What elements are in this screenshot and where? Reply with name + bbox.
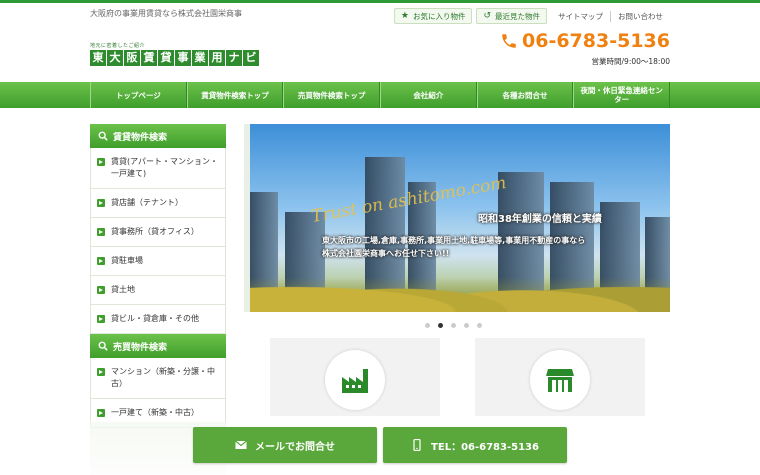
sidebar-item-rent-parking[interactable]: 貸駐車場 xyxy=(90,247,226,276)
header-phone[interactable]: 06-6783-5136 xyxy=(500,30,670,52)
recent-viewed-button[interactable]: ↺ 最近見た物件 xyxy=(476,8,547,24)
logo-char: 大 xyxy=(107,50,123,66)
hero-description: 東大阪市の工場,倉庫,事務所,事業用土地,駐車場等,事業用不動産の事なら 株式会… xyxy=(322,236,586,258)
arrow-bullet-icon xyxy=(97,286,105,294)
logo-char: 阪 xyxy=(124,50,140,66)
logo-subtext: 地元に密着したご紹介 xyxy=(90,43,146,49)
smartphone-icon xyxy=(413,439,421,451)
logo-char: 事 xyxy=(175,50,191,66)
slider-dot[interactable] xyxy=(477,323,482,328)
top-accent-line xyxy=(0,0,760,3)
sidebar-item-rent-office[interactable]: 貸事務所（貸オフィス） xyxy=(90,218,226,247)
sidebar-item-rent-land[interactable]: 貸土地 xyxy=(90,276,226,305)
slider-dot[interactable] xyxy=(464,323,469,328)
sidebar-item-rent-residential[interactable]: 賃貸(アパート・マンション・一戸建て) xyxy=(90,148,226,189)
nav-item-emergency[interactable]: 夜間・休日緊急連絡センター xyxy=(573,82,671,108)
logo-char: 用 xyxy=(209,50,225,66)
sidebar-item-sale-mansion[interactable]: マンション（新築・分譲・中古） xyxy=(90,358,226,399)
sidebar: 賃貸物件検索 賃貸(アパート・マンション・一戸建て) 貸店舗（テナント） 貸事務… xyxy=(90,124,226,428)
business-hours: 営業時間/9:00～18:00 xyxy=(591,57,670,66)
tree-line xyxy=(250,254,670,312)
logo-char: 業 xyxy=(192,50,208,66)
global-nav: トップページ 賃貸物件検索トップ 売買物件検索トップ 会社紹介 各種お問合せ 夜… xyxy=(0,82,760,108)
header-utility-links: ★ お気に入り物件 ↺ 最近見た物件 サイトマップ お問い合わせ xyxy=(390,8,670,24)
mail-icon xyxy=(235,440,247,449)
arrow-bullet-icon xyxy=(97,409,105,417)
arrow-bullet-icon xyxy=(97,199,105,207)
tel-button[interactable]: TEL：06-6783-5136 xyxy=(383,427,567,463)
arrow-bullet-icon xyxy=(97,257,105,265)
favorites-button[interactable]: ★ お気に入り物件 xyxy=(393,8,473,24)
contact-link[interactable]: お問い合わせ xyxy=(610,10,670,22)
logo-char: 賃 xyxy=(141,50,157,66)
nav-item-sale-search[interactable]: 売買物件検索トップ xyxy=(283,82,381,108)
hero-slider[interactable]: Trust on ashitomo.com 昭和38年創業の信頼と実績 東大阪市… xyxy=(250,124,670,312)
slider-dots xyxy=(425,323,482,328)
logo-char: ナ xyxy=(226,50,242,66)
site-tagline: 大阪府の事業用賃貸なら株式会社園栄商事 xyxy=(90,9,242,18)
mail-inquiry-button[interactable]: メールでお問合せ xyxy=(193,427,377,463)
sale-search-heading: 売買物件検索 xyxy=(90,334,226,358)
slider-dot[interactable] xyxy=(438,323,443,328)
content-fade-overlay xyxy=(90,420,670,475)
history-icon: ↺ xyxy=(483,11,491,21)
nav-item-company[interactable]: 会社紹介 xyxy=(380,82,477,108)
sitemap-link[interactable]: サイトマップ xyxy=(551,11,610,22)
category-cards xyxy=(270,338,650,418)
site-logo[interactable]: 地元に密着したご紹介 東大阪賃貸事業用ナビ xyxy=(90,42,259,68)
sidebar-item-rent-building[interactable]: 貸ビル・貸倉庫・その他 xyxy=(90,305,226,334)
rent-search-heading: 賃貸物件検索 xyxy=(90,124,226,148)
sidebar-item-rent-store[interactable]: 貸店舗（テナント） xyxy=(90,189,226,218)
nav-item-inquiry[interactable]: 各種お問合せ xyxy=(476,82,574,108)
slider-dot[interactable] xyxy=(451,323,456,328)
arrow-bullet-icon xyxy=(97,228,105,236)
favorites-label: お気に入り物件 xyxy=(412,11,466,21)
arrow-bullet-icon xyxy=(97,315,105,323)
store-icon xyxy=(546,369,574,392)
nav-item-top[interactable]: トップページ xyxy=(90,82,187,108)
logo-char: 東 xyxy=(90,50,106,66)
phone-icon xyxy=(502,34,516,48)
arrow-bullet-icon xyxy=(97,368,105,376)
slider-dot[interactable] xyxy=(425,323,430,328)
card-store[interactable] xyxy=(475,338,645,416)
factory-icon xyxy=(342,369,368,393)
hero-catchphrase: 昭和38年創業の信頼と実績 xyxy=(478,214,602,225)
card-factory[interactable] xyxy=(270,338,440,416)
logo-text: 東大阪賃貸事業用ナビ xyxy=(90,50,259,66)
search-icon xyxy=(98,341,108,351)
phone-number: 06-6783-5136 xyxy=(522,30,670,52)
logo-char: ビ xyxy=(243,50,259,66)
logo-char: 貸 xyxy=(158,50,174,66)
star-icon: ★ xyxy=(400,11,409,21)
arrow-bullet-icon xyxy=(97,158,105,166)
recent-label: 最近見た物件 xyxy=(495,11,540,21)
nav-item-rent-search[interactable]: 賃貸物件検索トップ xyxy=(186,82,284,108)
search-icon xyxy=(98,131,108,141)
